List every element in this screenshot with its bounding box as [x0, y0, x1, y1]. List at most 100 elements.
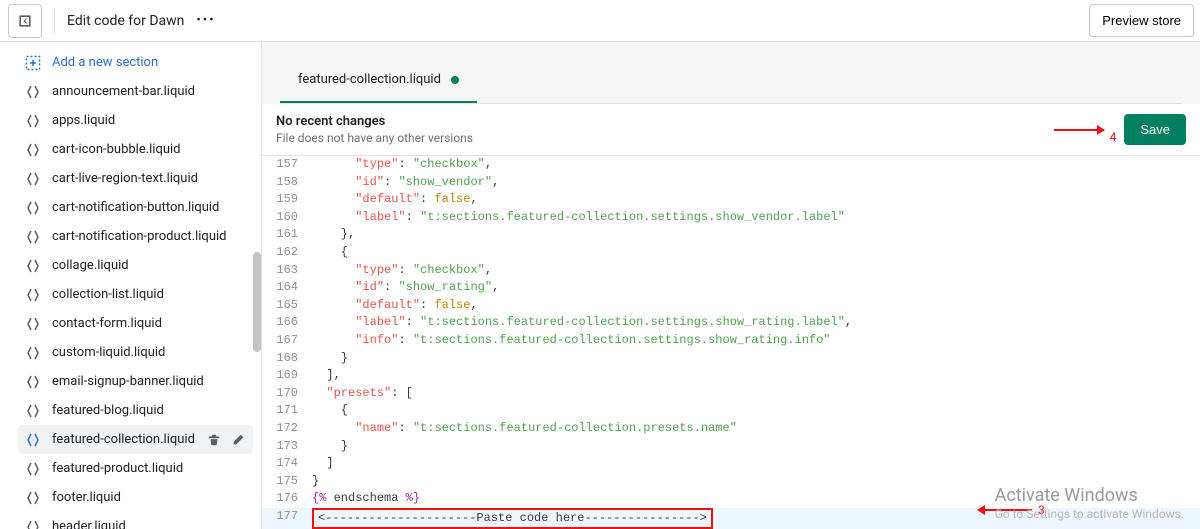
liquid-file-icon — [24, 199, 42, 217]
liquid-file-icon — [24, 170, 42, 188]
unsaved-dot-icon — [451, 76, 459, 84]
liquid-file-icon — [24, 286, 42, 304]
preview-store-button[interactable]: Preview store — [1089, 4, 1194, 37]
line-number: 163 — [262, 262, 312, 280]
liquid-file-icon — [24, 373, 42, 391]
liquid-file-icon — [24, 228, 42, 246]
liquid-file-icon — [24, 257, 42, 275]
file-name: email-signup-banner.liquid — [52, 374, 247, 389]
sidebar-file-item[interactable]: cart-live-region-text.liquid — [18, 164, 253, 193]
file-name: collage.liquid — [52, 258, 247, 273]
code-line[interactable]: 163 "type": "checkbox", — [262, 262, 1200, 280]
line-number: 169 — [262, 367, 312, 385]
sidebar-file-item[interactable]: announcement-bar.liquid — [18, 77, 253, 106]
code-line[interactable]: 164 "id": "show_rating", — [262, 279, 1200, 297]
line-number: 174 — [262, 455, 312, 473]
code-line[interactable]: 176{% endschema %} — [262, 490, 1200, 508]
code-line[interactable]: 167 "info": "t:sections.featured-collect… — [262, 332, 1200, 350]
delete-file-button[interactable] — [205, 431, 223, 449]
line-number: 166 — [262, 314, 312, 332]
line-number: 171 — [262, 402, 312, 420]
code-line[interactable]: 174 ] — [262, 455, 1200, 473]
code-line[interactable]: 162 { — [262, 244, 1200, 262]
sidebar: Add a new section announcement-bar.liquid… — [0, 42, 262, 529]
line-number: 176 — [262, 490, 312, 508]
file-name: cart-notification-button.liquid — [52, 200, 247, 215]
back-button[interactable] — [8, 4, 42, 38]
line-number: 173 — [262, 438, 312, 456]
rename-file-button[interactable] — [229, 431, 247, 449]
file-name: announcement-bar.liquid — [52, 84, 247, 99]
line-number: 170 — [262, 385, 312, 403]
sidebar-file-item[interactable]: header.liquid — [18, 512, 253, 529]
liquid-file-icon — [24, 344, 42, 362]
code-line[interactable]: 177<---------------------Paste code here… — [262, 508, 1200, 529]
liquid-file-icon — [24, 431, 42, 449]
liquid-file-icon — [24, 83, 42, 101]
line-number: 162 — [262, 244, 312, 262]
code-line[interactable]: 160 "label": "t:sections.featured-collec… — [262, 209, 1200, 227]
code-line[interactable]: 170 "presets": [ — [262, 385, 1200, 403]
tab-label: featured-collection.liquid — [298, 72, 441, 87]
line-number: 167 — [262, 332, 312, 350]
code-line[interactable]: 168 } — [262, 350, 1200, 368]
sidebar-file-item[interactable]: cart-notification-product.liquid — [18, 222, 253, 251]
code-line[interactable]: 161 }, — [262, 226, 1200, 244]
page-title: Edit code for Dawn — [67, 13, 184, 29]
sidebar-file-item[interactable]: email-signup-banner.liquid — [18, 367, 253, 396]
file-name: cart-notification-product.liquid — [52, 229, 247, 244]
liquid-file-icon — [24, 518, 42, 529]
sidebar-file-item[interactable]: collage.liquid — [18, 251, 253, 280]
line-number: 161 — [262, 226, 312, 244]
file-name: apps.liquid — [52, 113, 247, 128]
file-name: featured-collection.liquid — [52, 432, 195, 447]
line-number: 158 — [262, 174, 312, 192]
add-new-section[interactable]: Add a new section — [18, 48, 253, 77]
sidebar-file-item[interactable]: custom-liquid.liquid — [18, 338, 253, 367]
file-name: collection-list.liquid — [52, 287, 247, 302]
line-number: 160 — [262, 209, 312, 227]
more-button[interactable]: ••• — [196, 13, 215, 28]
code-line[interactable]: 158 "id": "show_vendor", — [262, 174, 1200, 192]
code-line[interactable]: 172 "name": "t:sections.featured-collect… — [262, 420, 1200, 438]
code-editor[interactable]: 157 "type": "checkbox",158 "id": "show_v… — [262, 156, 1200, 529]
annotation-arrow-4: 4 — [1054, 116, 1117, 144]
sidebar-file-item[interactable]: contact-form.liquid — [18, 309, 253, 338]
sidebar-file-item[interactable]: collection-list.liquid — [18, 280, 253, 309]
sidebar-file-item[interactable]: cart-icon-bubble.liquid — [18, 135, 253, 164]
liquid-file-icon — [24, 315, 42, 333]
tab-featured-collection[interactable]: featured-collection.liquid — [280, 60, 477, 103]
code-line[interactable]: 175} — [262, 473, 1200, 491]
code-line[interactable]: 157 "type": "checkbox", — [262, 156, 1200, 174]
scrollbar-thumb[interactable] — [253, 252, 261, 352]
file-name: footer.liquid — [52, 490, 247, 505]
file-name: header.liquid — [52, 519, 247, 529]
line-number: 177 — [262, 508, 312, 529]
code-line[interactable]: 171 { — [262, 402, 1200, 420]
liquid-file-icon — [24, 489, 42, 507]
code-line[interactable]: 165 "default": false, — [262, 297, 1200, 315]
file-name: cart-live-region-text.liquid — [52, 171, 247, 186]
paste-code-here-annotation: <---------------------Paste code here---… — [312, 508, 713, 529]
file-name: contact-form.liquid — [52, 316, 247, 331]
line-number: 165 — [262, 297, 312, 315]
code-line[interactable]: 159 "default": false, — [262, 191, 1200, 209]
topbar-divider — [54, 8, 55, 34]
file-name: featured-product.liquid — [52, 461, 247, 476]
code-line[interactable]: 166 "label": "t:sections.featured-collec… — [262, 314, 1200, 332]
line-number: 164 — [262, 279, 312, 297]
save-button[interactable]: Save — [1124, 114, 1186, 145]
line-number: 168 — [262, 350, 312, 368]
line-number: 175 — [262, 473, 312, 491]
sidebar-file-item[interactable]: footer.liquid — [18, 483, 253, 512]
sidebar-file-item[interactable]: featured-blog.liquid — [18, 396, 253, 425]
code-line[interactable]: 169 ], — [262, 367, 1200, 385]
sidebar-file-item[interactable]: featured-product.liquid — [18, 454, 253, 483]
file-name: featured-blog.liquid — [52, 403, 247, 418]
code-line[interactable]: 173 } — [262, 438, 1200, 456]
sidebar-file-item[interactable]: featured-collection.liquid — [18, 425, 253, 454]
back-icon — [17, 13, 33, 29]
sidebar-file-item[interactable]: cart-notification-button.liquid — [18, 193, 253, 222]
sidebar-file-item[interactable]: apps.liquid — [18, 106, 253, 135]
annotation-arrow-3: 3 — [978, 503, 1045, 517]
